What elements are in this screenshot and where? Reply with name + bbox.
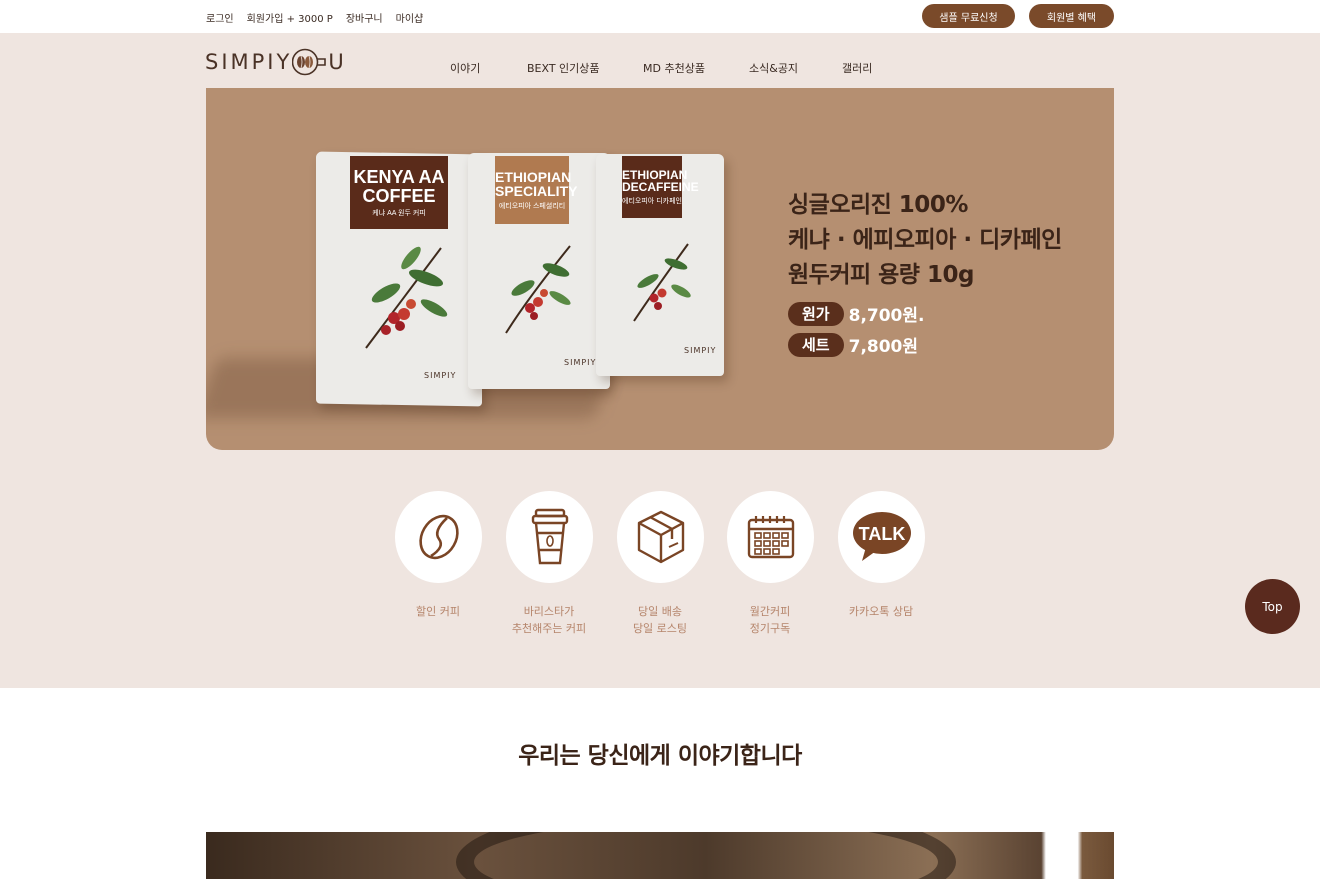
bag-kenya-title-1: KENYA AA [353,166,445,187]
bag-decaf-logo: SIMPIY [684,346,717,355]
coffee-branch-illustration [365,246,448,349]
kakao-talk-icon: TALK [852,512,911,561]
set-price-value: 7,800원 [848,337,919,357]
bag-speciality-logo: SIMPIY [564,358,597,367]
coffee-bean-icon [418,514,459,560]
coffee-branch-illustration [633,243,691,322]
coffee-branch-illustration [505,245,571,334]
service-label-discount-line1: 할인 커피 [416,605,460,618]
top-bar: 로그인 회원가입 + 3000 P 장바구니 마이샵 샘플 무료신청 회원별 혜… [0,0,1320,33]
story-image [206,832,1114,879]
service-label-subscription-line1: 월간커피 [749,605,791,618]
bag-speciality-title-1: ETHIOPIAN [495,168,572,185]
package-box-icon [637,510,684,564]
nav-item-md-picks[interactable]: MD 추천상품 [643,60,705,76]
service-label-delivery-line2: 당일 로스팅 [632,622,688,635]
hero-headline-2: 케냐 · 에피오피아 · 디카페인 [788,227,1062,253]
bag-kenya-logo: SIMPIY [424,371,457,380]
signup-link[interactable]: 회원가입 + 3000 P [247,10,333,25]
hero-headline-1: 싱글오리진 100% [788,192,968,218]
hero-copy: 싱글오리진 100% 케냐 · 에피오피아 · 디카페인 원두커피 용량 10g… [788,188,1062,357]
member-benefit-button[interactable]: 회원별 혜택 [1029,4,1114,28]
hero-headline-3: 원두커피 용량 10g [788,262,974,288]
bag-speciality-subtitle: 에티오피아 스페셜리티 [498,203,566,211]
nav-item-gallery[interactable]: 갤러리 [842,60,872,76]
set-price-row: 세트 7,800원 [788,332,1062,357]
service-label-kakao-line1: 카카오톡 상담 [848,605,914,618]
barista-pick-button[interactable] [506,491,593,583]
main-nav: 이야기 BEXT 인기상품 MD 추천상품 소식&공지 갤러리 [0,60,1320,76]
story-image-swirl [456,832,956,879]
bag-kenya-subtitle: 케냐 AA 원두 커피 [372,209,426,217]
service-label-barista-line2: 추천해주는 커피 [511,622,587,635]
top-links: 로그인 회원가입 + 3000 P 장바구니 마이샵 [206,10,423,25]
service-label-discount: 할인 커피 [383,603,493,620]
scroll-top-button[interactable]: Top [1245,579,1300,634]
service-label-subscription: 월간커피 정기구독 [715,603,825,637]
bag-decaf-subtitle: 에티오피아 디카페인 [622,197,682,205]
bag-decaf-title-2: DECAFFEINE [622,180,699,195]
service-label-barista: 바리스타가 추천해주는 커피 [494,603,604,637]
bag-kenya-title-2: COFFEE [362,185,436,206]
set-price-label: 세트 [788,332,844,357]
nav-item-news[interactable]: 소식&공지 [749,60,798,76]
bag-label-kenya: KENYA AA COFFEE 케냐 AA 원두 커피 [350,156,448,229]
original-price-row: 원가 8,700원. [788,301,1062,326]
service-label-kakao: 카카오톡 상담 [826,603,936,620]
cart-link[interactable]: 장바구니 [346,10,383,25]
coffee-cup-icon [531,508,568,565]
story-section-title: 우리는 당신에게 이야기합니다 [518,743,802,769]
service-label-barista-line1: 바리스타가 [523,605,575,618]
original-price-value: 8,700원. [848,306,925,326]
service-label-subscription-line2: 정기구독 [749,622,791,635]
discount-coffee-button[interactable] [395,491,482,583]
bag-label-decaf: ETHIOPIAN DECAFFEINE 에티오피아 디카페인 [622,156,699,218]
calendar-icon [747,516,794,559]
hero-banner[interactable]: KENYA AA COFFEE 케냐 AA 원두 커피 SIMPIY ETHIO… [206,88,1114,450]
same-day-delivery-button[interactable] [617,491,704,583]
kakao-talk-button[interactable]: TALK [838,491,925,583]
service-label-delivery: 당일 배송 당일 로스팅 [605,603,715,637]
original-price-label: 원가 [788,301,844,326]
kakao-talk-text: TALK [858,524,905,544]
monthly-subscription-button[interactable] [727,491,814,583]
bag-speciality-title-2: SPECIALITY [495,183,578,200]
bag-label-speciality: ETHIOPIAN SPECIALITY 에티오피아 스페셜리티 [495,156,578,224]
sample-request-button[interactable]: 샘플 무료신청 [922,4,1015,28]
login-link[interactable]: 로그인 [206,10,234,25]
myshop-link[interactable]: 마이샵 [396,10,424,25]
nav-item-story[interactable]: 이야기 [450,60,480,76]
nav-item-best[interactable]: BEXT 인기상품 [527,60,600,76]
service-label-delivery-line1: 당일 배송 [638,605,682,618]
